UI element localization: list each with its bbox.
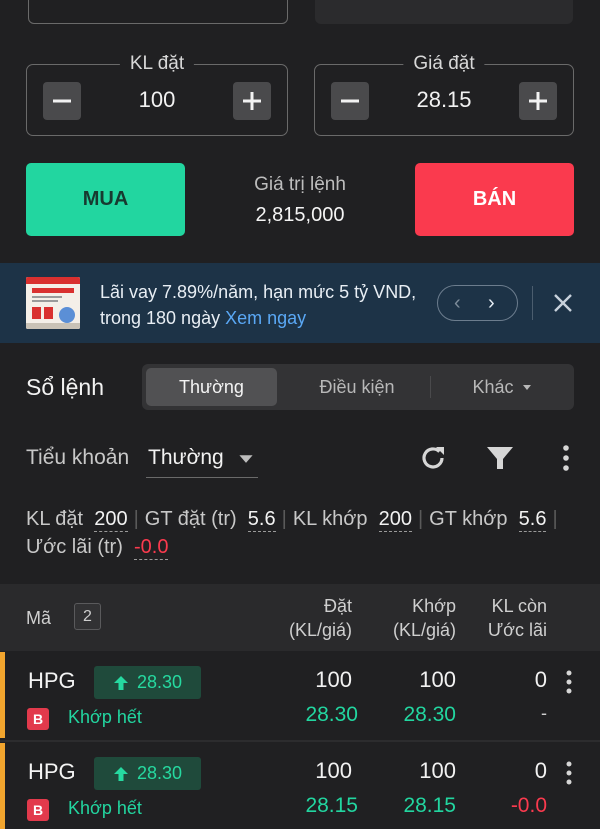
summary-matched-qty: 200 <box>378 508 412 532</box>
quantity-stepper: KL đặt 100 <box>26 53 288 136</box>
estimated-profit: -0.0 <box>510 794 547 817</box>
column-matched-line1: Khớp <box>412 596 456 616</box>
price-badge: 28.30 <box>94 757 201 790</box>
summary-matched-value: 5.6 <box>518 508 547 532</box>
plus-icon <box>529 92 547 110</box>
order-value: 2,815,000 <box>255 204 345 226</box>
kebab-menu-icon[interactable] <box>566 761 572 785</box>
caret-down-icon <box>238 455 253 463</box>
price-label: Giá đặt <box>403 53 485 75</box>
chevron-left-icon[interactable]: ‹ <box>454 292 461 315</box>
order-book-title: Sổ lệnh <box>26 374 105 400</box>
arrow-up-icon <box>113 675 128 690</box>
row-accent <box>0 743 5 829</box>
summary-profit-label: Ước lãi (tr) <box>26 536 123 558</box>
matched-price: 28.15 <box>403 794 456 817</box>
table-row[interactable]: HPG 28.30 B Khớp hết 100 28.15 100 28.15… <box>0 743 600 829</box>
table-header: Mã 2 Đặt (KL/giá) Khớp (KL/giá) KL còn Ư… <box>0 584 600 651</box>
price-badge-value: 28.30 <box>136 672 183 692</box>
column-remaining-line2: Ước lãi <box>487 620 547 640</box>
order-count-badge: 2 <box>74 603 101 630</box>
side-badge: B <box>27 799 49 821</box>
remaining-qty: 0 <box>534 667 547 692</box>
sell-button[interactable]: BÁN <box>415 163 574 236</box>
buy-button[interactable]: MUA <box>26 163 185 236</box>
subaccount-label: Tiểu khoản <box>26 446 130 469</box>
remaining-qty: 0 <box>534 758 547 783</box>
arrow-up-icon <box>113 766 128 781</box>
refresh-icon[interactable] <box>417 442 449 474</box>
quantity-label: KL đặt <box>119 53 195 75</box>
summary-placed-value: 5.6 <box>247 508 276 532</box>
order-type-tabs: Thường Điều kiện Khác <box>142 364 574 410</box>
placed-price: 28.30 <box>305 703 358 726</box>
column-placed-line2: (KL/giá) <box>288 620 352 640</box>
column-placed-line1: Đặt <box>323 596 352 616</box>
summary-sep: | <box>417 508 424 530</box>
order-value-label: Giá trị lệnh <box>254 174 346 195</box>
quantity-increase-button[interactable] <box>233 82 271 120</box>
summary-matched-qty-label: KL khớp <box>292 508 368 530</box>
summary-profit: -0.0 <box>133 536 169 560</box>
summary-sep: | <box>552 508 558 530</box>
placed-qty: 100 <box>315 667 352 692</box>
placed-price: 28.15 <box>305 794 358 817</box>
matched-qty: 100 <box>419 758 456 783</box>
price-increase-button[interactable] <box>519 82 557 120</box>
promo-banner[interactable]: Lãi vay 7.89%/năm, hạn mức 5 tỷ VND, tro… <box>0 263 600 343</box>
close-icon[interactable] <box>551 291 575 315</box>
promo-text: Lãi vay 7.89%/năm, hạn mức 5 tỷ VND, tro… <box>100 279 420 331</box>
summary-matched-value-label-2: khớp <box>462 508 508 530</box>
column-matched-line2: (KL/giá) <box>392 620 456 640</box>
tab-separator <box>430 376 431 398</box>
tab-other-label: Khác <box>472 376 514 397</box>
caret-down-icon <box>522 385 531 390</box>
kebab-menu-icon[interactable] <box>555 442 577 474</box>
promo-link[interactable]: Xem ngay <box>225 308 306 328</box>
chevron-right-icon[interactable]: › <box>488 292 495 315</box>
banner-pager: ‹ › <box>437 285 518 321</box>
column-symbol: Mã <box>26 608 52 628</box>
column-remaining-line1: KL còn <box>491 596 547 616</box>
order-status: Khớp hết <box>68 707 142 727</box>
summary-placed-value-label: GT đặt (tr) <box>144 508 237 530</box>
price-badge-value: 28.30 <box>136 763 183 783</box>
banner-divider <box>532 286 533 320</box>
filter-icon[interactable] <box>484 442 516 474</box>
matched-qty: 100 <box>419 667 456 692</box>
subaccount-select[interactable]: Thường <box>148 446 254 470</box>
tab-normal[interactable]: Thường <box>146 368 277 406</box>
price-badge: 28.30 <box>94 666 201 699</box>
summary-sep: | <box>133 508 139 530</box>
promo-thumbnail <box>26 277 80 329</box>
summary-placed-qty-label: KL đặt <box>26 508 84 530</box>
column-placed: Đặt (KL/giá) <box>289 594 352 642</box>
summary-placed-qty: 200 <box>94 508 128 532</box>
side-badge: B <box>27 708 49 730</box>
column-matched: Khớp (KL/giá) <box>393 594 456 642</box>
row-divider <box>0 740 600 742</box>
order-summary: KL đặt 200 | GT đặt (tr) 5.6 | KL khớp 200 | G… <box>26 505 586 561</box>
placed-qty: 100 <box>315 758 352 783</box>
subaccount-value: Thường <box>148 446 224 469</box>
tab-conditional[interactable]: Điều kiện <box>282 368 432 406</box>
tab-other[interactable]: Khác <box>434 368 570 406</box>
table-row[interactable]: HPG 28.30 B Khớp hết 100 28.30 100 28.30… <box>0 652 600 738</box>
matched-price: 28.30 <box>403 703 456 726</box>
summary-matched-value-label-1: GT <box>429 508 457 530</box>
estimated-profit: - <box>541 703 547 723</box>
summary-sep: | <box>281 508 287 530</box>
kebab-menu-icon[interactable] <box>566 670 572 694</box>
order-status: Khớp hết <box>68 798 142 818</box>
column-remaining: KL còn Ước lãi <box>488 594 547 642</box>
row-symbol: HPG <box>28 668 76 693</box>
order-type-field[interactable] <box>315 0 573 24</box>
plus-icon <box>243 92 261 110</box>
price-stepper: Giá đặt 28.15 <box>314 53 574 136</box>
account-field[interactable] <box>28 0 288 24</box>
row-accent <box>0 652 5 738</box>
row-symbol: HPG <box>28 759 76 784</box>
subaccount-underline <box>146 477 258 478</box>
